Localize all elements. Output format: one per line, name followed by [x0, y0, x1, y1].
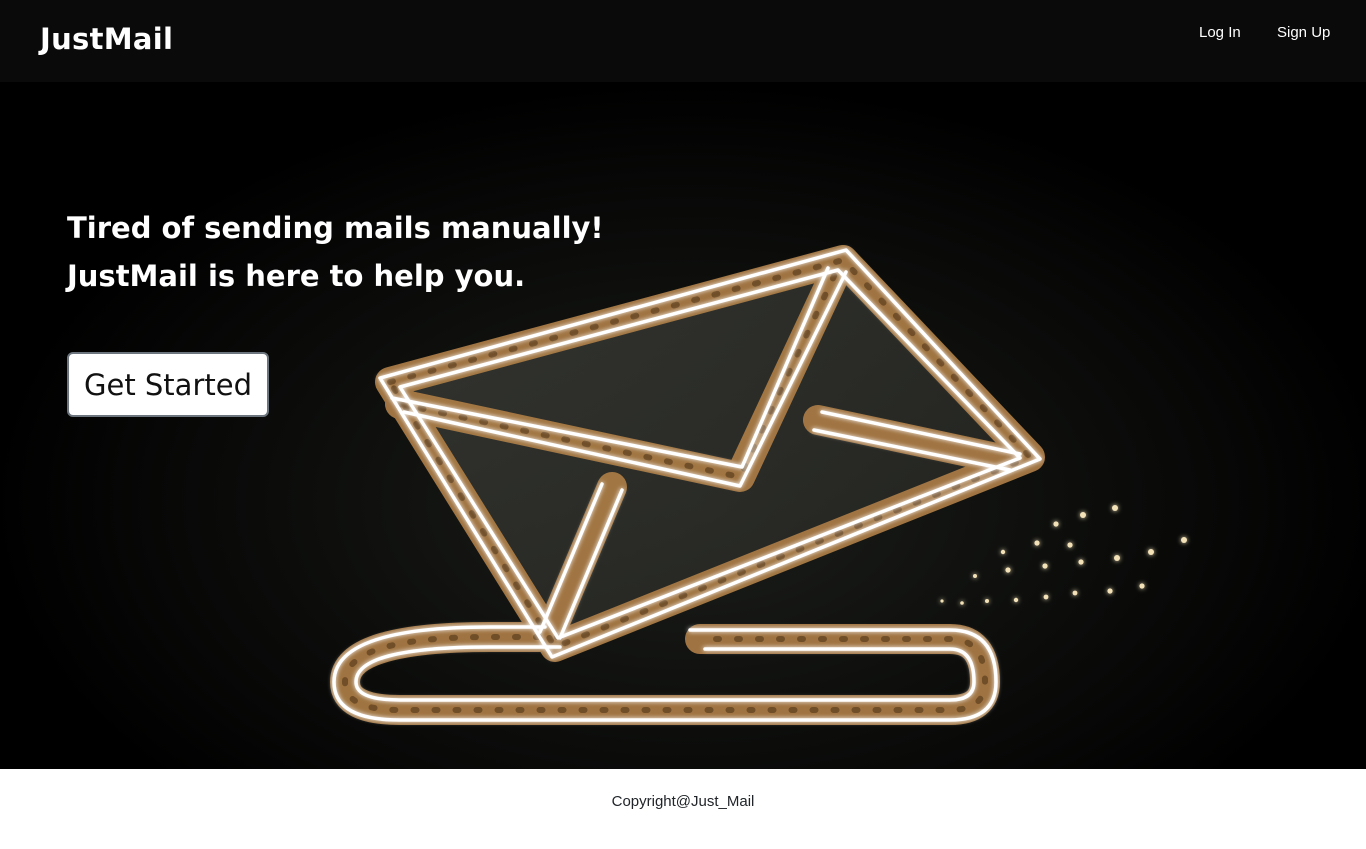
headline-line-1: Tired of sending mails manually!: [67, 211, 604, 245]
get-started-button[interactable]: Get Started: [67, 352, 269, 417]
hero-section: Tired of sending mails manually! JustMai…: [0, 82, 1366, 769]
headline-brand: JustMail: [67, 259, 198, 293]
headline-line-2: JustMail is here to help you.: [67, 252, 604, 300]
footer: Copyright@Just_Mail: [0, 769, 1366, 849]
hero-headline: Tired of sending mails manually! JustMai…: [67, 204, 604, 300]
copyright-text: Copyright@Just_Mail: [611, 793, 755, 810]
top-navbar: JustMail Log In Sign Up: [0, 0, 1366, 82]
headline-line-2-text: is here to help you.: [197, 259, 526, 293]
signup-link[interactable]: Sign Up: [1277, 24, 1330, 41]
login-link[interactable]: Log In: [1199, 24, 1241, 41]
brand-logo-link[interactable]: JustMail: [40, 22, 173, 56]
neon-envelope-image: [330, 245, 1187, 725]
